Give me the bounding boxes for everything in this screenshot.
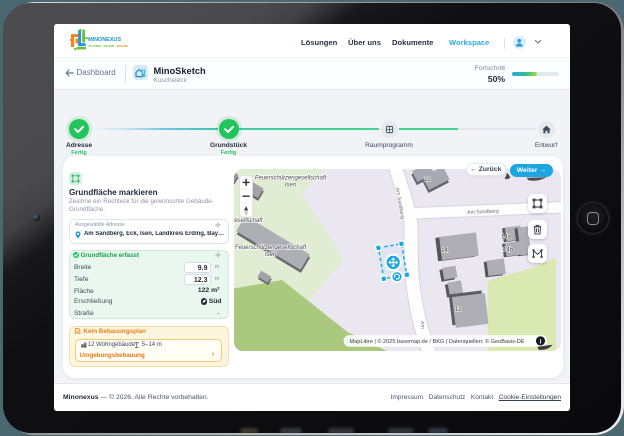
svg-text:14b: 14b	[503, 247, 514, 253]
svg-text:12: 12	[455, 307, 462, 313]
svg-text:22: 22	[424, 177, 431, 183]
svg-text:Am: Am	[419, 320, 426, 328]
svg-text:MapLibre | © 2025 basemap.de /: MapLibre | © 2025 basemap.de / BKG | Dat…	[349, 338, 524, 345]
svg-text:gesellschaft: gesellschaft	[234, 218, 263, 224]
svg-text:Isen: Isen	[285, 182, 297, 188]
svg-text:Isen: Isen	[265, 252, 277, 258]
svg-text:14: 14	[441, 248, 448, 254]
svg-text:14a: 14a	[501, 234, 512, 240]
svg-text:Am Sandberg: Am Sandberg	[467, 208, 499, 215]
svg-text:Feuerschützengesellschaft: Feuerschützengesellschaft	[255, 175, 327, 181]
svg-text:Feuerschützengesellschaft: Feuerschützengesellschaft	[235, 245, 307, 251]
